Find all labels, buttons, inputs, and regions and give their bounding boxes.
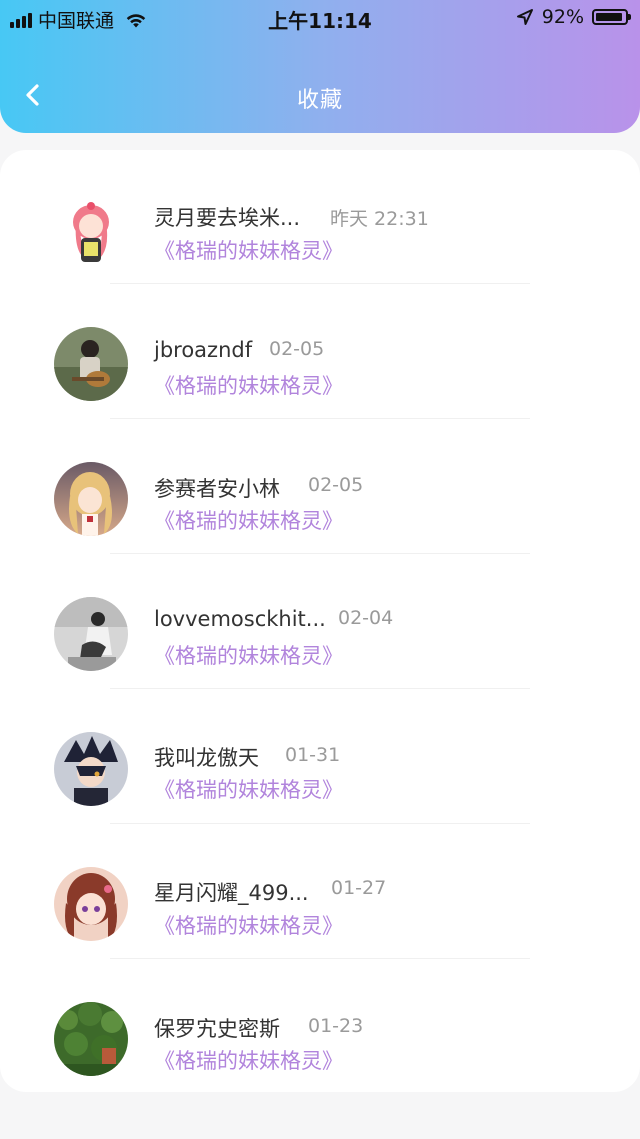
avatar[interactable] bbox=[54, 732, 128, 806]
item-name: 参赛者安小林 bbox=[154, 477, 280, 501]
battery-fill bbox=[596, 13, 622, 21]
item-time: 02-05 bbox=[308, 474, 364, 496]
divider bbox=[110, 823, 530, 824]
item-book[interactable]: 《格瑞的妹妹格灵》 bbox=[154, 640, 343, 670]
list-item[interactable]: 我叫龙傲天 01-31 《格瑞的妹妹格灵》 bbox=[0, 690, 640, 825]
avatar[interactable] bbox=[54, 192, 128, 266]
item-name: 星月闪耀_499... bbox=[154, 881, 309, 905]
item-book[interactable]: 《格瑞的妹妹格灵》 bbox=[154, 370, 343, 400]
item-time: 02-05 bbox=[269, 338, 325, 360]
item-name: 灵月要去埃米... bbox=[154, 206, 301, 230]
item-book[interactable]: 《格瑞的妹妹格灵》 bbox=[154, 505, 343, 535]
item-time: 01-31 bbox=[285, 744, 341, 766]
divider bbox=[110, 553, 530, 554]
battery-percent: 92% bbox=[541, 6, 584, 28]
avatar[interactable] bbox=[54, 597, 128, 671]
list-item[interactable]: 星月闪耀_499... 01-27 《格瑞的妹妹格灵》 bbox=[0, 825, 640, 960]
item-book[interactable]: 《格瑞的妹妹格灵》 bbox=[154, 235, 343, 265]
list-item[interactable]: 灵月要去埃米... 昨天 22:31 《格瑞的妹妹格灵》 bbox=[0, 150, 640, 285]
avatar[interactable] bbox=[54, 462, 128, 536]
divider bbox=[110, 688, 530, 689]
favorites-list: 灵月要去埃米... 昨天 22:31 《格瑞的妹妹格灵》 jbroazndf 0… bbox=[0, 150, 640, 1092]
avatar[interactable] bbox=[54, 867, 128, 941]
list-item[interactable]: lovvemosckhit... 02-04 《格瑞的妹妹格灵》 bbox=[0, 555, 640, 690]
divider bbox=[110, 418, 530, 419]
list-item[interactable]: 保罗宄史密斯 01-23 《格瑞的妹妹格灵》 bbox=[0, 960, 640, 1095]
item-name: 我叫龙傲天 bbox=[154, 746, 259, 770]
item-book[interactable]: 《格瑞的妹妹格灵》 bbox=[154, 1045, 343, 1075]
page-title: 收藏 bbox=[296, 88, 343, 113]
battery-icon bbox=[592, 9, 631, 25]
item-time: 01-27 bbox=[331, 877, 387, 899]
status-right: 92% bbox=[516, 6, 631, 28]
divider bbox=[110, 958, 530, 959]
location-arrow-icon bbox=[516, 9, 533, 25]
item-time: 01-23 bbox=[308, 1015, 364, 1037]
item-time: 昨天 22:31 bbox=[330, 208, 429, 230]
status-bar: 中国联通 上午11:14 92% bbox=[0, 0, 640, 36]
item-name: 保罗宄史密斯 bbox=[154, 1017, 280, 1041]
list-item[interactable]: jbroazndf 02-05 《格瑞的妹妹格灵》 bbox=[0, 285, 640, 420]
avatar[interactable] bbox=[54, 327, 128, 401]
item-name: jbroazndf bbox=[154, 338, 253, 362]
item-book[interactable]: 《格瑞的妹妹格灵》 bbox=[154, 910, 343, 940]
divider bbox=[110, 283, 530, 284]
avatar[interactable] bbox=[54, 1002, 128, 1076]
list-item[interactable]: 参赛者安小林 02-05 《格瑞的妹妹格灵》 bbox=[0, 420, 640, 555]
item-time: 02-04 bbox=[338, 607, 394, 629]
item-book[interactable]: 《格瑞的妹妹格灵》 bbox=[154, 774, 343, 804]
item-name: lovvemosckhit... bbox=[154, 607, 326, 631]
